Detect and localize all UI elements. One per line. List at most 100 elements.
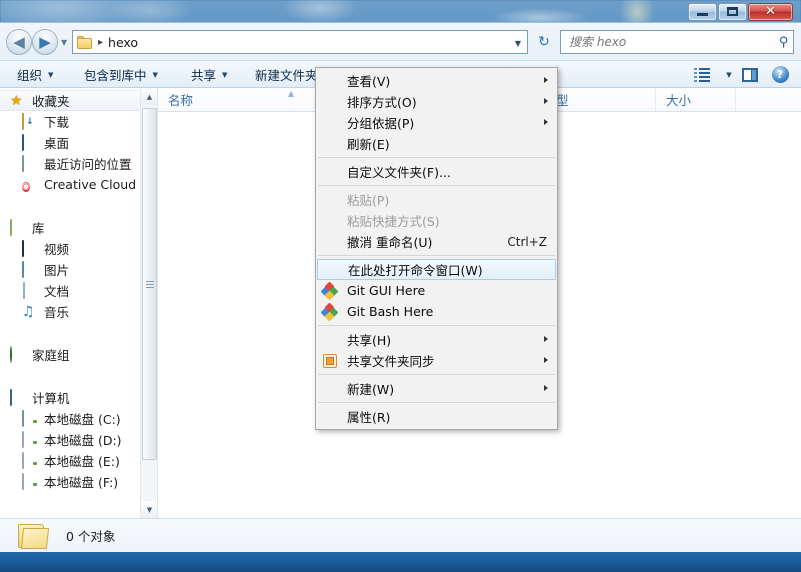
sidebar-item-desktop[interactable]: 桌面 [0,132,140,153]
address-input[interactable]: ▸ hexo ▼ [72,30,528,54]
sidebar-item-creative-cloud[interactable]: ◉ Creative Cloud [0,174,140,195]
minimize-icon [697,12,708,16]
breadcrumb-separator-icon: ▸ [98,36,104,48]
menu-item-p[interactable]: 分组依据(P) [316,112,557,133]
sidebar-item-computer[interactable]: 计算机 [0,387,140,408]
menu-item-label: Git Bash Here [347,304,434,319]
scroll-up-button[interactable]: ▲ [141,88,158,105]
sidebar-item-music[interactable]: ♫ 音乐 [0,301,140,322]
status-bar: 0 个对象 [0,518,801,552]
menu-item-w[interactable]: 新建(W) [316,378,557,399]
chevron-down-icon: ▼ [48,70,54,79]
view-mode-button[interactable] [687,61,717,88]
column-header-type[interactable]: 型 [546,88,656,111]
folder-sync-icon [323,354,337,368]
search-box[interactable]: ⚲ [560,30,794,54]
column-label: 名称 [168,93,194,108]
sidebar-item-label: 计算机 [32,391,70,406]
menu-item-w[interactable]: 在此处打开命令窗口(W) [317,259,556,280]
downloads-folder-icon: ↓ [22,112,39,130]
history-dropdown-button[interactable]: ▼ [61,38,67,47]
close-button[interactable]: ✕ [748,2,793,21]
address-dropdown-icon[interactable]: ▼ [515,39,521,48]
sidebar-item-downloads[interactable]: ↓ 下载 [0,111,140,132]
drive-icon [22,430,39,448]
recent-places-icon [22,154,39,172]
sidebar-item-label: 家庭组 [32,348,70,363]
sidebar-item-favorites[interactable]: ★ 收藏夹 [0,90,140,111]
sidebar-item-label: 本地磁盘 (C:) [44,412,121,427]
column-header-name[interactable]: 名称 ▲ [158,88,316,111]
menu-item-git-gui-here[interactable]: Git GUI Here [316,280,557,301]
menu-item-s: 粘贴快捷方式(S) [316,210,557,231]
menu-item-shortcut: Ctrl+Z [507,234,547,249]
menu-item-label: 共享文件夹同步 [347,354,435,369]
sidebar-item-drive-d[interactable]: 本地磁盘 (D:) [0,429,140,450]
sidebar-item-drive-e[interactable]: 本地磁盘 (E:) [0,450,140,471]
sidebar-item-drive-c[interactable]: 本地磁盘 (C:) [0,408,140,429]
navigation-scrollbar[interactable]: ▲ ▼ [140,88,158,518]
toolbar-right-group: ▼ ? [687,61,795,88]
menu-item-label: 共享(H) [347,333,392,348]
address-bar-row: ◀ ▶ ▼ ▸ hexo ▼ ↻ ⚲ [0,22,801,60]
sidebar-item-label: 库 [32,221,45,236]
menu-item-label: 粘贴(P) [347,193,390,208]
status-item-count: 0 个对象 [66,529,116,544]
menu-item-r[interactable]: 属性(R) [316,406,557,427]
back-button[interactable]: ◀ [6,29,32,55]
refresh-button[interactable]: ↻ [533,31,555,53]
sidebar-item-label: Creative Cloud [44,177,137,192]
menu-item-u[interactable]: 撤消 重命名(U) Ctrl+Z [316,231,557,252]
maximize-icon [727,7,738,16]
menu-separator [318,325,555,326]
search-input[interactable] [569,35,780,49]
grip-icon [145,280,154,288]
sidebar-item-pictures[interactable]: 图片 [0,259,140,280]
sidebar-item-recent-places[interactable]: 最近访问的位置 [0,153,140,174]
sidebar-item-drive-f[interactable]: 本地磁盘 (F:) [0,471,140,492]
system-drive-icon [22,409,39,427]
creative-cloud-icon: ◉ [22,181,30,192]
menu-item-git-bash-here[interactable]: Git Bash Here [316,301,557,322]
scroll-down-button[interactable]: ▼ [141,501,158,518]
sidebar-item-label: 本地磁盘 (E:) [44,454,120,469]
menu-item-o[interactable]: 排序方式(O) [316,91,557,112]
sidebar-item-documents[interactable]: 文档 [0,280,140,301]
scrollbar-thumb[interactable] [142,108,157,460]
sidebar-item-homegroup[interactable]: 家庭组 [0,344,140,365]
forward-button[interactable]: ▶ [32,29,58,55]
preview-pane-button[interactable] [735,61,765,88]
minimize-button[interactable] [688,2,717,21]
toolbar-label: 组织 [17,68,43,83]
menu-item-v[interactable]: 查看(V) [316,70,557,91]
navigation-pane[interactable]: ★ 收藏夹 ↓ 下载 桌面 最近访问的位置 ◉ Creative Cloud 库… [0,88,140,518]
sidebar-item-videos[interactable]: 视频 [0,238,140,259]
sidebar-item-libraries[interactable]: 库 [0,217,140,238]
column-header-size[interactable]: 大小 [656,88,736,111]
chevron-down-icon: ▼ [222,70,228,79]
menu-item-f[interactable]: 自定义文件夹(F)... [316,161,557,182]
breadcrumb-path[interactable]: hexo [108,35,138,50]
pictures-icon [22,260,39,278]
toolbar-button-include-in-library[interactable]: 包含到库中 ▼ [75,61,167,88]
submenu-arrow-icon [544,357,548,363]
view-mode-dropdown[interactable]: ▼ [717,61,735,88]
drive-icon [22,472,39,490]
menu-item-e[interactable]: 刷新(E) [316,133,557,154]
menu-item-label: 自定义文件夹(F)... [347,165,451,180]
git-icon [320,302,339,322]
sidebar-item-label: 文档 [44,284,70,299]
window-controls: ✕ [687,2,793,21]
submenu-arrow-icon [544,336,548,342]
menu-item-item-16[interactable]: 共享文件夹同步 [316,350,557,371]
toolbar-button-share[interactable]: 共享 ▼ [182,61,236,88]
help-button[interactable]: ? [765,61,795,88]
context-menu[interactable]: 查看(V) 排序方式(O) 分组依据(P) 刷新(E) 自定义文件夹(F)... 粘贴(P… [315,67,558,430]
menu-item-label: 属性(R) [347,410,391,425]
menu-item-h[interactable]: 共享(H) [316,329,557,350]
column-header-extra[interactable] [736,88,801,111]
toolbar-button-organize[interactable]: 组织 ▼ [8,61,62,88]
maximize-button[interactable] [718,2,747,21]
triangle-up-icon: ▲ [146,92,153,101]
sidebar-item-label: 本地磁盘 (F:) [44,475,119,490]
